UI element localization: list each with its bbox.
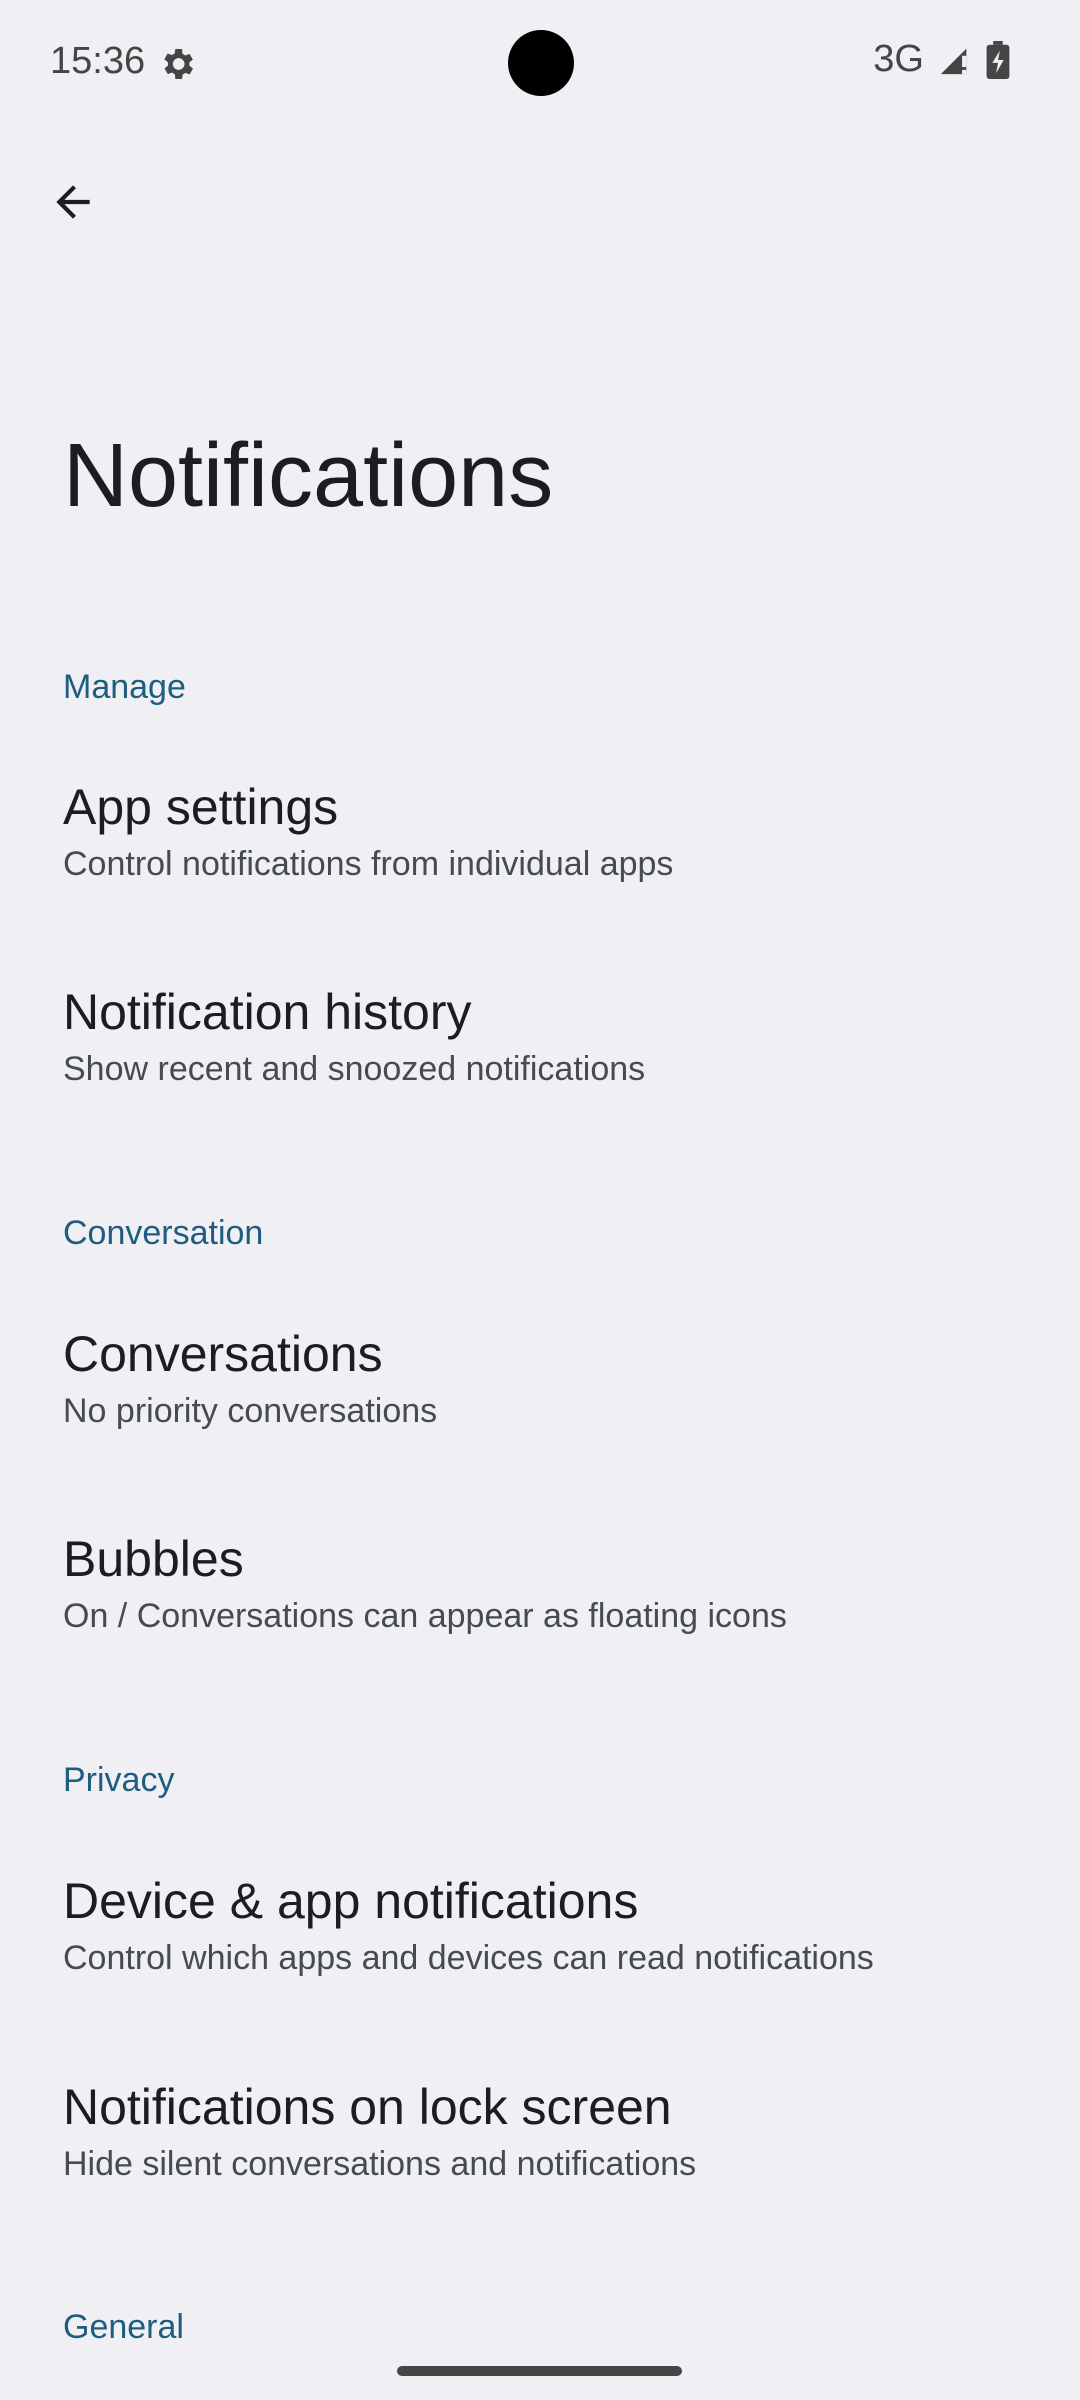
item-title: Conversations bbox=[63, 1326, 383, 1382]
item-title: Bubbles bbox=[63, 1531, 244, 1587]
section-header-general: General bbox=[63, 2308, 184, 2346]
battery-charging-icon bbox=[986, 40, 1010, 79]
item-title: Notification history bbox=[63, 984, 472, 1040]
section-header-privacy: Privacy bbox=[63, 1761, 175, 1799]
network-type: 3G bbox=[873, 38, 924, 80]
item-subtitle: On / Conversations can appear as floatin… bbox=[63, 1597, 787, 1635]
status-icons: 3G bbox=[873, 38, 1010, 81]
status-bar: 15:36 3G bbox=[0, 0, 1080, 128]
back-arrow-icon bbox=[56, 185, 90, 219]
device-app-notifications-item[interactable]: Device & app notifications Control which… bbox=[63, 1827, 1039, 2032]
item-title: Notifications on lock screen bbox=[63, 2079, 672, 2135]
item-subtitle: Control notifications from individual ap… bbox=[63, 845, 674, 883]
gesture-nav-handle[interactable] bbox=[397, 2366, 682, 2376]
section-header-conversation: Conversation bbox=[63, 1214, 264, 1252]
conversations-item[interactable]: Conversations No priority conversations bbox=[63, 1280, 1039, 1485]
item-title: App settings bbox=[63, 779, 339, 835]
toolbar bbox=[0, 128, 1080, 276]
gear-icon bbox=[164, 49, 193, 79]
item-subtitle: No priority conversations bbox=[63, 1392, 438, 1430]
bubbles-item[interactable]: Bubbles On / Conversations can appear as… bbox=[63, 1485, 1039, 1690]
back-button[interactable] bbox=[0, 128, 146, 276]
app-settings-item[interactable]: App settings Control notifications from … bbox=[63, 733, 1039, 938]
signal-icon bbox=[940, 48, 967, 74]
page-title: Notifications bbox=[63, 426, 554, 526]
status-time: 15:36 bbox=[50, 40, 146, 82]
front-camera bbox=[508, 30, 574, 96]
notification-history-item[interactable]: Notification history Show recent and sno… bbox=[63, 938, 1039, 1143]
item-subtitle: Hide silent conversations and notificati… bbox=[63, 2145, 697, 2183]
lock-screen-notifications-item[interactable]: Notifications on lock screen Hide silent… bbox=[63, 2033, 1039, 2238]
item-subtitle: Control which apps and devices can read … bbox=[63, 1939, 874, 1977]
item-subtitle: Show recent and snoozed notifications bbox=[63, 1050, 646, 1088]
item-title: Device & app notifications bbox=[63, 1873, 639, 1929]
section-header-manage: Manage bbox=[63, 668, 186, 706]
